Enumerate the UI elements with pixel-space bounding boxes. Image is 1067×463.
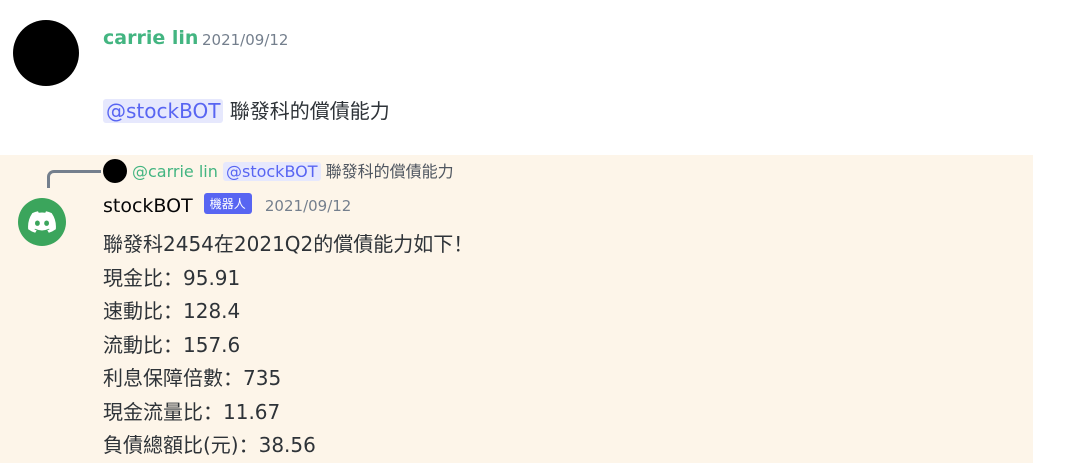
message-content: @stockBOT 聯發科的償債能力	[103, 95, 390, 124]
reply-preview[interactable]: @carrie lin @stockBOT 聯發科的償債能力	[132, 158, 454, 182]
mention-link[interactable]: @stockBOT	[103, 99, 224, 123]
bot-avatar[interactable]	[18, 198, 66, 246]
timestamp: 2021/09/12	[202, 31, 289, 49]
bot-line-current-ratio: 流動比：157.6	[103, 332, 241, 357]
reply-mention[interactable]: @stockBOT	[222, 162, 321, 181]
bot-timestamp: 2021/09/12	[264, 197, 352, 215]
reply-text: 聯發科的償債能力	[325, 162, 454, 181]
bot-line-cash-ratio: 現金比：95.91	[103, 265, 241, 290]
bot-header: stockBOT 機器人 2021/09/12	[103, 192, 352, 217]
discord-icon	[28, 211, 56, 233]
bot-line-quick-ratio: 速動比：128.4	[103, 299, 241, 323]
reply-username[interactable]: @carrie lin	[132, 162, 218, 181]
reply-connector	[47, 170, 101, 188]
bot-line-cash-flow-ratio: 現金流量比：11.67	[103, 399, 281, 424]
message-carrie: carrie lin 2021/09/12 @stockBOT 聯發科的償債能力	[0, 0, 1067, 155]
reply-avatar[interactable]	[103, 159, 127, 183]
message-text: 聯發科的償債能力	[229, 99, 390, 123]
bot-line-debt-ratio: 負債總額比(元)：38.56	[103, 433, 316, 457]
avatar[interactable]	[13, 20, 79, 86]
bot-line-intro: 聯發科2454在2021Q2的償債能力如下！	[103, 232, 474, 256]
bot-message-content: 聯發科2454在2021Q2的償債能力如下！ 現金比：95.91 速動比：128…	[103, 228, 473, 463]
username[interactable]: carrie lin	[103, 27, 198, 49]
bot-badge: 機器人	[203, 192, 252, 214]
bot-username[interactable]: stockBOT	[103, 195, 193, 217]
bot-line-interest-coverage: 利息保障倍數：735	[103, 366, 282, 390]
